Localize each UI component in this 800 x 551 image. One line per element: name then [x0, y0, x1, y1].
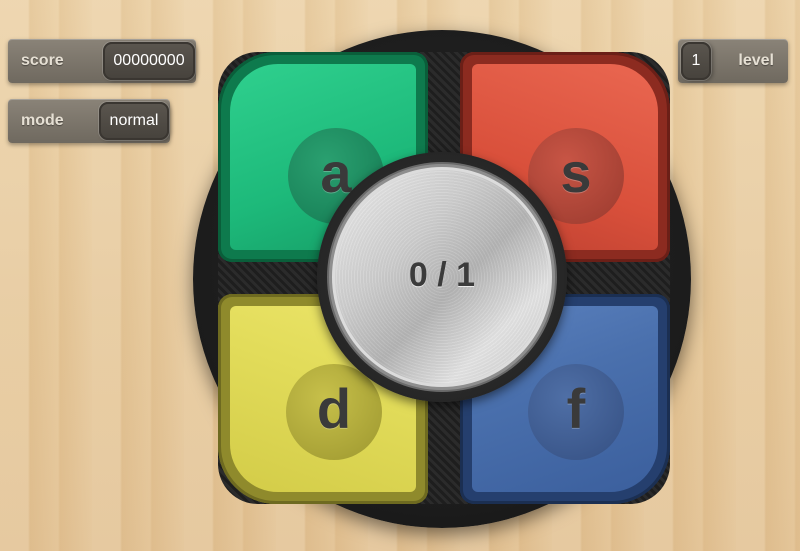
score-value: 00000000 [103, 42, 195, 80]
level-value: 1 [681, 42, 711, 80]
mode-label: mode [21, 112, 64, 129]
level-label: level [738, 52, 774, 69]
mode-panel[interactable]: mode normal [8, 99, 170, 143]
pad-yellow-key: d [286, 364, 382, 460]
center-start-knob[interactable]: 0 / 1 [329, 164, 555, 390]
mode-value[interactable]: normal [99, 102, 169, 140]
score-label: score [21, 52, 64, 69]
level-panel: 1 level [678, 39, 788, 83]
pad-blue-key: f [528, 364, 624, 460]
score-panel: score 00000000 [8, 39, 196, 83]
progress-counter: 0 / 1 [408, 256, 476, 294]
